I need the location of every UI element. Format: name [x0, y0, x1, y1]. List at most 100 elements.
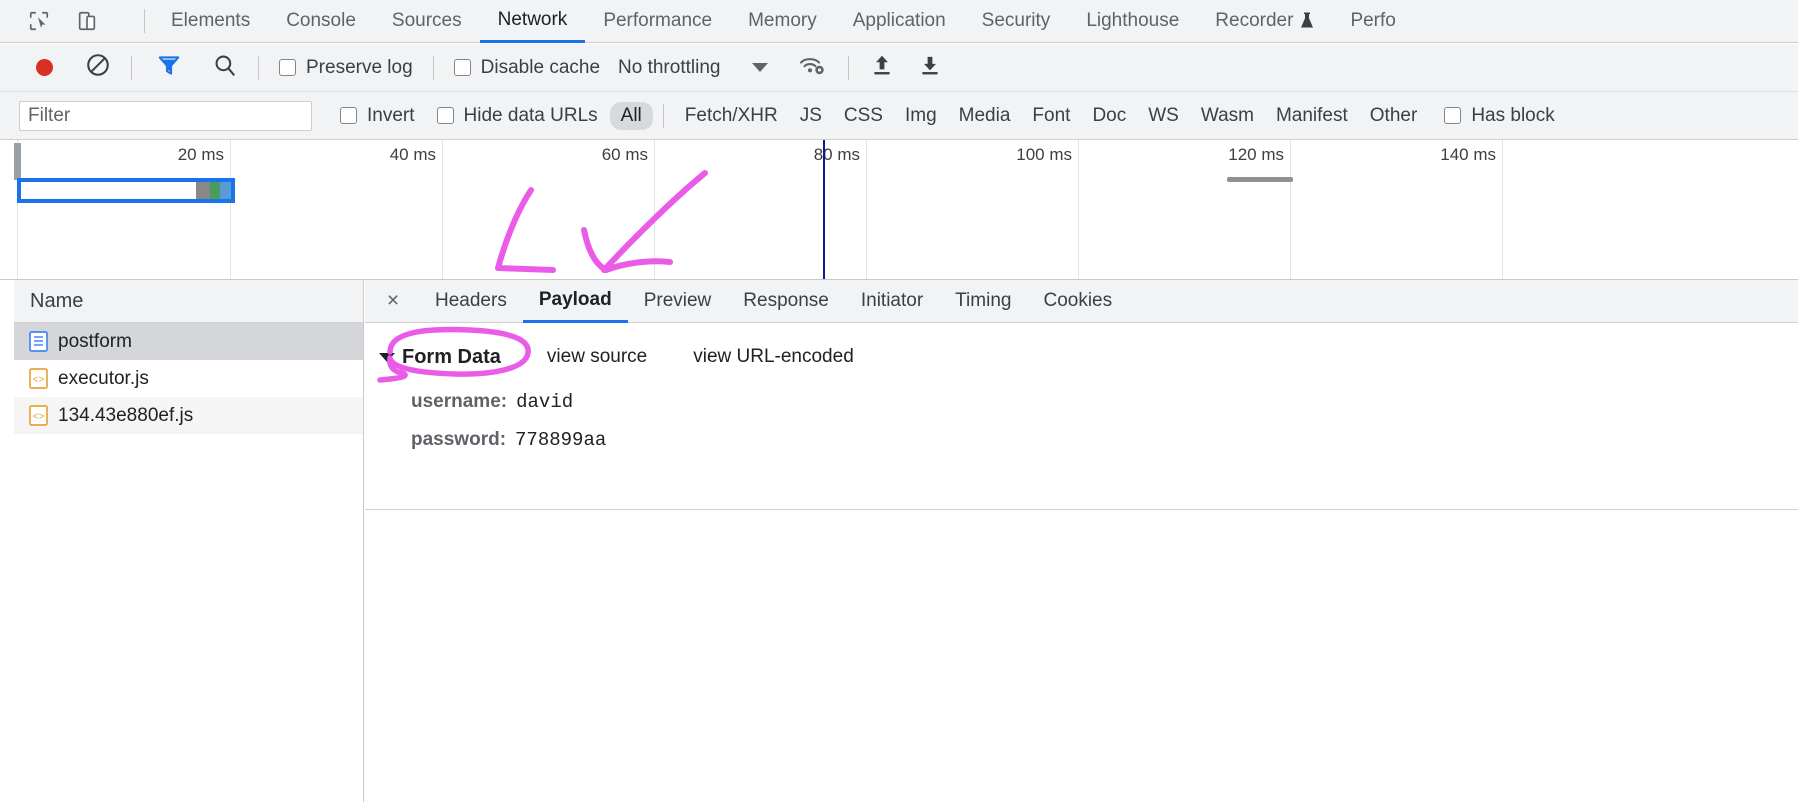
tab-cookies[interactable]: Cookies	[1027, 280, 1128, 323]
toolbar-divider	[144, 9, 145, 33]
filter-input[interactable]	[19, 100, 312, 131]
filter-type-ws[interactable]: WS	[1137, 102, 1190, 130]
request-row-postform[interactable]: postform	[14, 323, 363, 360]
disable-cache-checkbox[interactable]: Disable cache	[453, 56, 601, 79]
view-source-link[interactable]: view source	[547, 346, 647, 368]
tab-preview[interactable]: Preview	[628, 280, 728, 323]
tab-security[interactable]: Security	[964, 0, 1069, 43]
filter-type-media[interactable]: Media	[948, 102, 1022, 130]
payload-divider	[365, 509, 1798, 510]
view-url-encoded-link[interactable]: view URL-encoded	[693, 346, 854, 368]
request-row-executor-js[interactable]: <> executor.js	[14, 360, 363, 397]
preserve-log-checkbox[interactable]: Preserve log	[279, 57, 413, 79]
has-blocked-cookies-checkbox[interactable]: Has block	[1444, 105, 1555, 127]
tab-label: Performance	[603, 10, 713, 31]
throttling-select[interactable]: No throttling	[618, 57, 720, 79]
tab-lighthouse[interactable]: Lighthouse	[1068, 0, 1197, 43]
checkbox-box	[279, 59, 296, 76]
filter-bar: Invert Hide data URLs All Fetch/XHR JS C…	[0, 92, 1798, 140]
overview-left-handle[interactable]	[14, 143, 21, 180]
device-toolbar-icon[interactable]	[74, 8, 100, 34]
overview-request-band	[17, 178, 235, 203]
hide-data-urls-checkbox[interactable]: Hide data URLs	[436, 105, 598, 127]
tab-console[interactable]: Console	[268, 0, 374, 43]
overview-gridlines	[0, 140, 1798, 279]
overview-segment-green	[210, 182, 220, 199]
filter-divider	[662, 103, 664, 128]
network-overview[interactable]: 20 ms 40 ms 60 ms 80 ms 100 ms 120 ms 14…	[0, 140, 1798, 280]
clear-button[interactable]	[85, 52, 111, 83]
form-data-key: username:	[411, 391, 508, 412]
form-data-rows: username: david password: 778899aa	[365, 383, 1798, 459]
chevron-down-icon[interactable]	[752, 63, 769, 72]
overview-segment-grey	[196, 182, 210, 199]
details-tab-bar: × Headers Payload Preview Response Initi…	[365, 280, 1798, 323]
filter-type-fetch-xhr[interactable]: Fetch/XHR	[674, 102, 789, 130]
invert-checkbox[interactable]: Invert	[340, 105, 415, 127]
payload-content: Form Data view source view URL-encoded u…	[365, 323, 1798, 510]
script-icon: <>	[28, 405, 48, 427]
preserve-log-label: Preserve log	[306, 56, 413, 78]
document-icon	[28, 331, 48, 353]
form-data-row-username: username: david	[365, 383, 1798, 421]
filter-toggle-icon[interactable]	[156, 52, 182, 83]
tab-timing[interactable]: Timing	[939, 280, 1027, 323]
filter-type-manifest[interactable]: Manifest	[1265, 102, 1359, 130]
export-har-icon[interactable]	[917, 52, 943, 83]
request-list-header[interactable]: Name	[14, 280, 363, 323]
filter-type-img[interactable]: Img	[894, 102, 948, 130]
tab-response[interactable]: Response	[727, 280, 845, 323]
inspect-element-icon[interactable]	[26, 8, 52, 34]
import-har-icon[interactable]	[869, 52, 895, 83]
record-button[interactable]	[36, 59, 53, 76]
toolbar-divider	[258, 55, 259, 80]
flask-icon	[1300, 12, 1314, 30]
form-data-title[interactable]: Form Data	[402, 346, 501, 369]
filter-type-wasm[interactable]: Wasm	[1190, 102, 1265, 130]
tab-payload[interactable]: Payload	[522, 280, 628, 323]
request-name: executor.js	[58, 367, 149, 389]
tab-recorder[interactable]: Recorder	[1197, 0, 1332, 43]
invert-label: Invert	[367, 104, 415, 126]
devtools-tab-bar: Elements Console Sources Network Perform…	[0, 0, 1798, 43]
tab-label: Lighthouse	[1086, 10, 1180, 31]
filter-type-font[interactable]: Font	[1021, 102, 1081, 130]
form-data-value: 778899aa	[515, 429, 607, 451]
filter-type-css[interactable]: CSS	[833, 102, 894, 130]
filter-type-js[interactable]: JS	[789, 102, 833, 130]
form-data-header: Form Data view source view URL-encoded	[365, 337, 1798, 377]
devtools-tool-icons	[0, 8, 153, 34]
tab-performance-insights[interactable]: Perfo	[1332, 0, 1413, 43]
tab-elements[interactable]: Elements	[153, 0, 268, 43]
tab-label: Network	[497, 8, 568, 30]
tab-initiator[interactable]: Initiator	[845, 280, 939, 323]
tab-label: Elements	[171, 10, 251, 31]
tab-network[interactable]: Network	[479, 0, 586, 43]
filter-type-doc[interactable]: Doc	[1081, 102, 1137, 130]
request-row-134-43e880ef-js[interactable]: <> 134.43e880ef.js	[14, 397, 363, 434]
overview-tick-label: 40 ms	[389, 145, 436, 164]
search-icon[interactable]	[212, 52, 238, 83]
svg-text:<>: <>	[32, 412, 44, 423]
overview-tick-label: 60 ms	[601, 145, 648, 164]
tab-label: Console	[286, 10, 356, 31]
network-conditions-icon[interactable]	[798, 52, 828, 83]
request-name: postform	[58, 330, 132, 352]
tab-label: Recorder	[1215, 10, 1294, 31]
filter-type-all[interactable]: All	[609, 101, 653, 130]
chevron-down-icon[interactable]	[379, 352, 395, 362]
checkbox-box	[436, 107, 454, 124]
tab-headers[interactable]: Headers	[419, 280, 523, 323]
tab-sources[interactable]: Sources	[374, 0, 480, 43]
disable-cache-label: Disable cache	[480, 56, 601, 78]
filter-type-other[interactable]: Other	[1359, 102, 1429, 130]
overview-scroll-handle[interactable]	[1227, 177, 1293, 182]
tab-memory[interactable]: Memory	[730, 0, 835, 43]
tab-performance[interactable]: Performance	[585, 0, 730, 43]
panel-tab-list: Elements Console Sources Network Perform…	[153, 0, 1414, 43]
toolbar-divider	[848, 55, 850, 80]
request-list-pane: Name postform <> executor.js <> 134.43e8…	[14, 280, 364, 802]
checkbox-box	[453, 59, 471, 76]
tab-application[interactable]: Application	[835, 0, 964, 43]
close-icon[interactable]: ×	[379, 287, 407, 315]
